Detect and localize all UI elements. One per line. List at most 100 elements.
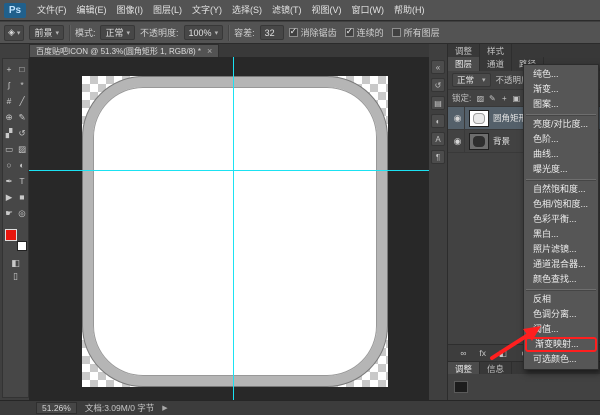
menu-option[interactable]: 图案... <box>524 97 598 112</box>
guide-vertical[interactable] <box>233 57 234 400</box>
menu-item[interactable]: 滤镜(T) <box>267 0 307 21</box>
panel-tab[interactable]: 调整 <box>448 362 481 374</box>
brush-tool[interactable]: ✎ <box>16 109 29 125</box>
link-layers-icon[interactable]: ∞ <box>460 348 466 358</box>
option-checkbox[interactable]: 所有图层 <box>391 26 440 39</box>
paragraph-panel-icon[interactable]: ¶ <box>431 150 445 164</box>
zoom-tool[interactable]: ◎ <box>16 205 29 221</box>
healing-brush-tool[interactable]: ⊕ <box>3 109 16 125</box>
menu-option[interactable]: 亮度/对比度... <box>524 117 598 132</box>
clone-stamp-tool[interactable]: ▞ <box>3 125 16 141</box>
menu-item[interactable]: 文字(Y) <box>187 0 227 21</box>
menu-option[interactable] <box>524 177 598 182</box>
menu-option[interactable] <box>524 287 598 292</box>
document-tab[interactable]: 百度贴吧ICON @ 51.3%(圆角矩形 1, RGB/8) * × <box>29 44 220 57</box>
eye-icon[interactable]: ◉ <box>451 130 465 152</box>
marquee-tool[interactable]: □ <box>16 61 29 77</box>
menu-item[interactable]: 帮助(H) <box>389 0 430 21</box>
foreground-color-swatch[interactable] <box>4 229 17 241</box>
info-panel-icon[interactable]: ◐ <box>431 114 445 128</box>
menu-item[interactable]: 图像(I) <box>112 0 149 21</box>
menu-option[interactable] <box>524 112 598 117</box>
lock-paint-icon[interactable]: ✎ <box>487 94 497 103</box>
lasso-tool[interactable]: ʃ <box>3 77 16 93</box>
dodge-tool[interactable]: ◐ <box>16 157 29 173</box>
eye-icon[interactable]: ◉ <box>451 107 465 129</box>
menu-option[interactable]: 色彩平衡... <box>524 212 598 227</box>
menu-bar: Ps 文件(F) 编辑(E) 图像(I) 图层(L) 文字(Y) 选择(S) 滤镜(T) 视图… <box>0 0 600 21</box>
menu-option[interactable]: 纯色... <box>524 67 598 82</box>
properties-panel-icon[interactable]: ▤ <box>431 96 445 110</box>
menu-option[interactable]: 照片滤镜... <box>524 242 598 257</box>
close-icon[interactable]: × <box>207 46 212 56</box>
history-panel-icon[interactable]: ↺ <box>431 78 445 92</box>
checkbox-icon <box>344 26 354 37</box>
lock-transparency-icon[interactable]: ▨ <box>475 94 485 103</box>
option-checkbox[interactable]: 连续的 <box>344 26 384 39</box>
menu-item[interactable]: 文件(F) <box>32 0 72 21</box>
menu-option[interactable]: 颜色查找... <box>524 272 598 287</box>
panel-tab[interactable]: 样式 <box>480 44 513 57</box>
mode-dropdown[interactable]: 正常 ▾ <box>100 25 136 40</box>
eraser-tool[interactable]: ▭ <box>3 141 16 157</box>
layer-thumbnail[interactable] <box>469 132 489 150</box>
background-color-swatch[interactable] <box>16 241 27 251</box>
collapsed-panel-dock: « ↺ ▤ ◐ A ¶ <box>429 57 447 400</box>
menu-option[interactable]: 通道混合器... <box>524 257 598 272</box>
canvas-area[interactable] <box>29 57 429 400</box>
hand-tool[interactable]: ☛ <box>3 205 16 221</box>
menu-item[interactable]: 选择(S) <box>227 0 267 21</box>
blur-tool[interactable]: ○ <box>3 157 16 173</box>
zoom-level-field[interactable]: 51.26% <box>36 402 77 414</box>
option-checkbox[interactable]: 消除锯齿 <box>288 26 337 39</box>
photoshop-window: Ps 文件(F) 编辑(E) 图像(I) 图层(L) 文字(Y) 选择(S) 滤镜(T) 视图… <box>0 0 600 415</box>
lock-icons: ▨ ✎ + ▣ <box>475 94 521 103</box>
character-panel-icon[interactable]: A <box>431 132 445 146</box>
menu-option[interactable]: 色阶... <box>524 132 598 147</box>
shape-tool[interactable]: ■ <box>16 189 29 205</box>
lock-position-icon[interactable]: + <box>499 94 509 103</box>
menu-option[interactable]: 渐变... <box>524 82 598 97</box>
status-options-arrow[interactable]: ▶ <box>162 404 167 412</box>
menu-option[interactable]: 黑白... <box>524 227 598 242</box>
blend-mode-dropdown[interactable]: 正常 ▾ <box>452 73 491 87</box>
magic-wand-tool[interactable]: * <box>16 77 29 93</box>
type-tool[interactable]: T <box>16 173 29 189</box>
menu-option[interactable]: 反相 <box>524 292 598 307</box>
panel-tab[interactable]: 图层 <box>448 57 481 71</box>
color-swatches <box>4 229 27 251</box>
panel-tab[interactable]: 通道 <box>480 57 513 71</box>
quick-mask-icon[interactable]: ◧ <box>11 257 20 270</box>
layer-thumbnail[interactable] <box>469 109 489 127</box>
menu-item[interactable]: 窗口(W) <box>347 0 390 21</box>
menu-item[interactable]: 编辑(E) <box>72 0 112 21</box>
path-selection-tool[interactable]: ▶ <box>3 189 16 205</box>
opacity-dropdown[interactable]: 100% ▾ <box>183 25 224 40</box>
tolerance-input[interactable]: 32 <box>259 25 284 40</box>
menu-option[interactable]: 曲线... <box>524 147 598 162</box>
document-title: 百度贴吧ICON @ 51.3%(圆角矩形 1, RGB/8) * <box>36 46 202 56</box>
menu-option-label: 图案... <box>533 99 559 109</box>
menu-item[interactable]: 视图(V) <box>307 0 347 21</box>
history-brush-tool[interactable]: ↺ <box>16 125 29 141</box>
menu-item[interactable]: 图层(L) <box>148 0 187 21</box>
tool-preset-picker[interactable]: ◈ ▾ <box>4 24 25 41</box>
fill-source-dropdown[interactable]: 前景 ▾ <box>29 25 64 40</box>
guide-horizontal[interactable] <box>29 170 429 171</box>
move-tool[interactable]: + <box>3 61 16 77</box>
pen-tool[interactable]: ✒ <box>3 173 16 189</box>
photoshop-logo: Ps <box>4 2 26 18</box>
crop-tool[interactable]: # <box>3 93 16 109</box>
collapse-panels-icon[interactable]: « <box>431 60 445 74</box>
screen-mode-icon[interactable]: ▯ <box>11 270 20 283</box>
menu-option[interactable]: 自然饱和度... <box>524 182 598 197</box>
layer-name[interactable]: 背景 <box>493 135 510 147</box>
lock-all-icon[interactable]: ▣ <box>511 94 521 103</box>
eyedropper-tool[interactable]: ╱ <box>16 93 29 109</box>
menu-option[interactable]: 曝光度... <box>524 162 598 177</box>
panel-thumbnail[interactable] <box>454 381 468 393</box>
panel-tab[interactable]: 调整 <box>448 44 481 57</box>
menu-option[interactable]: 色相/饱和度... <box>524 197 598 212</box>
gradient-tool[interactable]: ▨ <box>16 141 29 157</box>
tools-panel: + □ ʃ * # ╱ ⊕ ✎ ▞ ↺ ▭ ▨ ○ ◐ ✒ T ▶ ■ ☛ ◎ ◧ ▯ <box>2 58 29 398</box>
